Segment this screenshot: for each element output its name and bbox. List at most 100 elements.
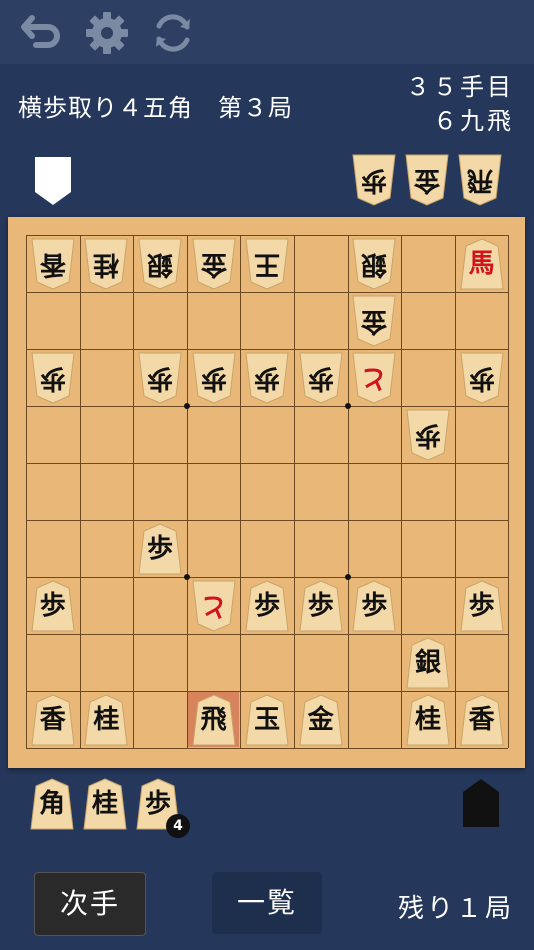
- piece-label: 銀: [361, 248, 388, 279]
- shogi-piece[interactable]: 歩: [138, 352, 182, 404]
- shogi-piece[interactable]: 歩: [138, 522, 182, 575]
- grid-line: [26, 691, 508, 692]
- shogi-piece[interactable]: と: [192, 580, 236, 632]
- star-point: [344, 574, 351, 580]
- shogi-piece[interactable]: 王: [245, 238, 289, 290]
- shogi-piece[interactable]: 歩: [245, 579, 289, 632]
- shogi-piece[interactable]: 玉: [245, 693, 289, 746]
- grid-line: [26, 520, 508, 521]
- star-point: [344, 403, 351, 409]
- grid-line: [26, 235, 508, 236]
- piece-label: と: [200, 590, 227, 621]
- shogi-piece[interactable]: 金: [405, 154, 449, 206]
- last-move-text: ６九飛: [433, 107, 514, 135]
- shogi-piece[interactable]: 桂: [84, 238, 128, 290]
- remaining-games: 残り１局: [397, 894, 514, 924]
- piece-label: 王: [254, 248, 281, 279]
- shogi-piece[interactable]: 桂: [83, 778, 127, 830]
- piece-label: 香: [468, 704, 495, 735]
- shogi-piece[interactable]: 歩: [245, 352, 289, 404]
- piece-label: 歩: [361, 165, 388, 195]
- next-move-button[interactable]: 次手: [34, 872, 146, 936]
- piece-label: 金: [307, 704, 334, 735]
- opponent-turn-marker: [34, 156, 72, 210]
- piece-label: 歩: [39, 362, 66, 393]
- shogi-piece[interactable]: 香: [31, 693, 75, 746]
- piece-label: 歩: [147, 362, 174, 393]
- undo-icon[interactable]: [18, 10, 64, 56]
- shogi-piece[interactable]: 歩: [192, 352, 236, 404]
- move-number: ３５手目: [406, 73, 514, 101]
- piece-label: 歩: [39, 590, 66, 621]
- shogi-piece[interactable]: 歩: [406, 409, 450, 461]
- shogi-piece[interactable]: 銀: [406, 636, 450, 689]
- piece-label: 金: [414, 165, 441, 195]
- piece-label: 歩: [307, 590, 334, 621]
- shogi-piece[interactable]: 歩: [352, 154, 396, 206]
- piece-label: 銀: [147, 248, 174, 279]
- shogi-piece[interactable]: 銀: [352, 238, 396, 290]
- shogi-piece[interactable]: 香: [31, 238, 75, 290]
- shogi-piece[interactable]: 歩: [352, 579, 396, 632]
- shogi-piece[interactable]: 金: [352, 295, 396, 347]
- move-info: ３５手目 ６九飛: [406, 70, 514, 138]
- grid-line: [401, 235, 403, 748]
- piece-label: 歩: [254, 590, 281, 621]
- shogi-piece[interactable]: 角: [30, 778, 74, 830]
- game-title: 横歩取り４五角 第３局: [18, 94, 293, 122]
- piece-label: 歩: [146, 533, 173, 564]
- refresh-icon[interactable]: [150, 10, 196, 56]
- grid-line: [347, 235, 349, 748]
- piece-label: 歩: [468, 590, 495, 621]
- piece-label: 金: [200, 248, 227, 279]
- piece-label: 歩: [415, 419, 442, 450]
- shogi-piece[interactable]: 香: [460, 693, 504, 746]
- shogi-piece[interactable]: 金: [299, 693, 343, 746]
- shogi-piece[interactable]: 歩: [31, 579, 75, 632]
- shogi-piece[interactable]: 金: [192, 238, 236, 290]
- shogi-piece[interactable]: と: [352, 352, 396, 404]
- piece-label: 歩: [361, 590, 388, 621]
- piece-label: 馬: [468, 248, 495, 279]
- piece-label: 歩: [307, 362, 334, 393]
- grid-line: [186, 235, 188, 748]
- grid-line: [26, 349, 508, 350]
- shogi-board: 香桂銀金王銀馬金歩歩歩歩歩と歩歩歩歩と歩歩歩歩銀香桂飛玉金桂香: [8, 217, 525, 768]
- star-point: [183, 403, 190, 409]
- gear-icon[interactable]: [84, 10, 130, 56]
- piece-label: 歩: [254, 362, 281, 393]
- shogi-piece[interactable]: 歩: [460, 352, 504, 404]
- grid-line: [294, 235, 295, 748]
- piece-label: 飛: [200, 704, 227, 735]
- shogi-piece[interactable]: 歩: [299, 579, 343, 632]
- shogi-piece[interactable]: 桂: [84, 693, 128, 746]
- grid-line: [133, 235, 135, 748]
- shogi-piece[interactable]: 飛: [192, 693, 236, 746]
- piece-label: 角: [38, 789, 65, 819]
- piece-label: 桂: [93, 704, 120, 735]
- hand-count-badge: 4: [166, 814, 190, 838]
- piece-label: 玉: [254, 704, 281, 735]
- shogi-piece[interactable]: 歩: [460, 579, 504, 632]
- list-button[interactable]: 一覧: [212, 872, 322, 934]
- piece-label: 飛: [467, 165, 494, 195]
- piece-label: 歩: [200, 362, 227, 393]
- shogi-piece[interactable]: 馬: [460, 237, 504, 290]
- grid-line: [26, 235, 27, 748]
- piece-label: 金: [361, 305, 388, 336]
- grid-line: [508, 235, 510, 748]
- board-grid: 香桂銀金王銀馬金歩歩歩歩歩と歩歩歩歩と歩歩歩歩銀香桂飛玉金桂香: [26, 235, 510, 749]
- piece-label: 歩: [468, 362, 495, 393]
- shogi-piece[interactable]: 桂: [406, 693, 450, 746]
- grid-line: [26, 292, 508, 293]
- grid-line: [26, 748, 508, 749]
- grid-line: [26, 463, 508, 464]
- shogi-piece[interactable]: 歩: [31, 352, 75, 404]
- piece-label: 香: [39, 704, 66, 735]
- shogi-piece[interactable]: 銀: [138, 238, 182, 290]
- shogi-piece[interactable]: 歩: [299, 352, 343, 404]
- piece-label: 桂: [414, 704, 441, 735]
- star-point: [183, 574, 190, 580]
- piece-label: 桂: [93, 248, 120, 279]
- shogi-piece[interactable]: 飛: [458, 154, 502, 206]
